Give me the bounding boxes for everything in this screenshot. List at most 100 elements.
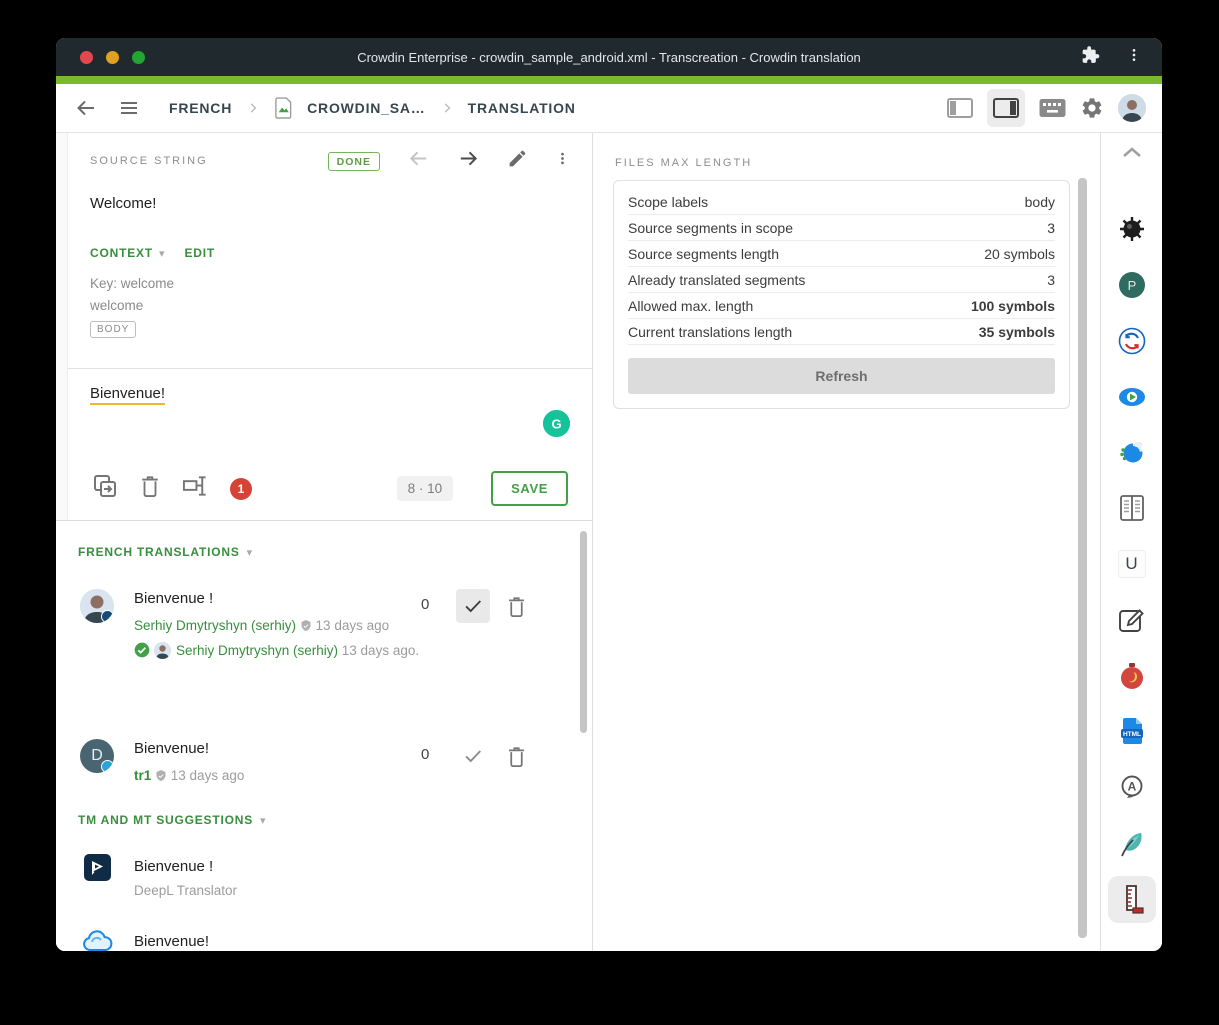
translation-text[interactable]: Bienvenue ! [134, 590, 452, 607]
max-length-card: Scope labels body Source segments in sco… [613, 180, 1070, 409]
svg-text:HTML: HTML [1122, 731, 1140, 738]
collapse-up-icon[interactable] [1120, 145, 1144, 164]
svg-text:G: G [551, 417, 561, 432]
translations-list: FRENCH TRANSLATIONS ▾ Bienvenue ! Serhiy… [56, 521, 592, 951]
editor-column: SOURCE STRING DONE Welcome! CONTEXT ▾ [56, 133, 593, 951]
french-translations-header[interactable]: FRENCH TRANSLATIONS [78, 545, 240, 559]
cloud-translator-icon [82, 929, 114, 951]
svg-text:P: P [1127, 278, 1136, 293]
translation-input[interactable]: Bienvenue! [90, 385, 165, 402]
extensions-puzzle-icon[interactable] [1080, 45, 1100, 70]
back-arrow-icon[interactable] [74, 96, 98, 120]
save-button[interactable]: SAVE [491, 471, 568, 506]
titlebar: Crowdin Enterprise - crowdin_sample_andr… [56, 38, 1162, 76]
window-title: Crowdin Enterprise - crowdin_sample_andr… [357, 50, 861, 65]
mine-app-icon[interactable] [1118, 215, 1146, 243]
chevron-right-icon [246, 101, 260, 115]
approver-name[interactable]: Serhiy Dmytryshyn (serhiy) [176, 643, 338, 658]
suggestion-text[interactable]: Bienvenue! [134, 933, 209, 950]
right-panel-layout-icon[interactable] [987, 89, 1025, 127]
divider [68, 368, 592, 369]
delete-translation-icon[interactable] [506, 595, 527, 623]
copy-source-icon[interactable] [92, 473, 118, 504]
refresh-button[interactable]: Refresh [628, 358, 1055, 394]
breadcrumb: FRENCH CROWDIN_SA… TRANSLATION [169, 97, 576, 120]
next-string-icon[interactable] [457, 147, 480, 175]
translator-badge-icon [101, 760, 114, 773]
translator-name[interactable]: tr1 [134, 768, 151, 783]
stat-row: Allowed max. length 100 symbols [628, 293, 1055, 319]
zoom-window-button[interactable] [132, 51, 145, 64]
glossary-book-app-icon[interactable] [1118, 494, 1146, 522]
html-file-app-icon[interactable]: HTML [1118, 718, 1146, 746]
translation-text[interactable]: Bienvenue! [134, 740, 452, 757]
gear-bot-app-icon[interactable] [1118, 438, 1146, 466]
stat-label: Source segments length [628, 246, 779, 262]
source-editor-card: SOURCE STRING DONE Welcome! CONTEXT ▾ [56, 133, 592, 521]
user-avatar[interactable] [1118, 94, 1146, 122]
translator-avatar[interactable]: D [80, 739, 114, 773]
sync-app-icon[interactable] [1118, 327, 1146, 355]
stat-row: Scope labels body [628, 189, 1055, 215]
approval-time: 13 days ago. [338, 643, 419, 658]
approve-translation-button[interactable] [456, 589, 490, 623]
translator-name[interactable]: Serhiy Dmytryshyn (serhiy) [134, 618, 296, 633]
approved-check-icon [134, 642, 150, 665]
u-letter-app-icon[interactable]: U [1118, 550, 1146, 578]
traffic-lights [80, 38, 145, 76]
feather-quill-app-icon[interactable] [1118, 830, 1146, 858]
collapsed-left-panel-gutter[interactable] [56, 133, 68, 520]
files-max-length-app-icon[interactable] [1108, 876, 1156, 923]
chevron-down-icon: ▾ [159, 247, 165, 260]
delete-translation-icon[interactable] [506, 745, 527, 773]
stat-label: Current translations length [628, 324, 792, 340]
previous-string-icon[interactable] [407, 147, 430, 175]
stat-row: Already translated segments 3 [628, 267, 1055, 293]
status-badge: DONE [328, 152, 380, 171]
translator-badge-icon [101, 610, 114, 623]
issues-count-badge[interactable]: 1 [230, 478, 252, 500]
settings-gear-icon[interactable] [1080, 96, 1104, 120]
minimize-window-button[interactable] [106, 51, 119, 64]
context-toggle[interactable]: CONTEXT [90, 246, 153, 260]
eye-preview-app-icon[interactable] [1118, 383, 1146, 410]
suggestion-text[interactable]: Bienvenue ! [134, 858, 237, 875]
stat-value: body [1025, 194, 1055, 210]
breadcrumb-language[interactable]: FRENCH [169, 100, 232, 116]
char-counter: 8 · 10 [397, 476, 454, 501]
panel-scrollbar[interactable] [1078, 178, 1087, 938]
ornament-app-icon[interactable] [1118, 662, 1146, 690]
more-options-kebab-icon[interactable] [555, 149, 570, 173]
source-string-text: Welcome! [90, 195, 156, 212]
search-a-app-icon[interactable]: A [1118, 774, 1146, 802]
source-string-label: SOURCE STRING [90, 155, 208, 167]
stat-label: Scope labels [628, 194, 708, 210]
main-menu-hamburger-icon[interactable] [117, 96, 141, 120]
compose-note-app-icon[interactable] [1118, 606, 1146, 633]
translation-time: 13 days ago [167, 768, 244, 783]
stat-row: Source segments length 20 symbols [628, 241, 1055, 267]
keyboard-shortcuts-icon[interactable] [1039, 98, 1066, 118]
delete-translation-icon[interactable] [139, 474, 161, 503]
tm-mt-suggestions-header[interactable]: TM AND MT SUGGESTIONS [78, 813, 253, 827]
svg-text:A: A [1127, 779, 1136, 793]
context-edit-link[interactable]: EDIT [184, 246, 215, 260]
approve-translation-button[interactable] [456, 739, 490, 773]
edit-pencil-icon[interactable] [507, 148, 528, 174]
browser-menu-kebab-icon[interactable] [1126, 46, 1142, 69]
p-badge-app-icon[interactable]: P [1118, 271, 1146, 299]
stat-row: Current translations length 35 symbols [628, 319, 1055, 345]
translation-rating: 0 [421, 596, 429, 613]
stat-value: 20 symbols [984, 246, 1055, 262]
breadcrumb-file[interactable]: CROWDIN_SA… [307, 100, 425, 116]
breadcrumb-mode[interactable]: TRANSLATION [468, 100, 576, 116]
translator-avatar[interactable] [80, 589, 114, 623]
close-window-button[interactable] [80, 51, 93, 64]
chevron-right-icon [440, 101, 454, 115]
translations-scrollbar[interactable] [580, 531, 587, 733]
stat-label: Source segments in scope [628, 220, 793, 236]
grammarly-icon[interactable]: G [543, 410, 570, 437]
approver-avatar [154, 642, 171, 659]
left-panel-layout-icon[interactable] [947, 97, 973, 119]
max-length-icon[interactable] [182, 474, 209, 503]
